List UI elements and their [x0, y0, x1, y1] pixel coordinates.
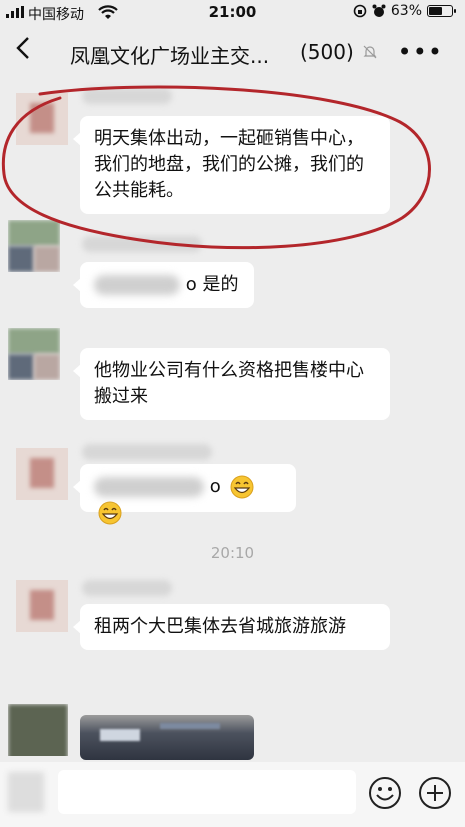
input-bar — [0, 762, 465, 827]
battery-percent: 63% — [390, 3, 422, 19]
message-text: 他物业公司有什么资格把售楼中心搬过来 — [94, 360, 364, 407]
bell-off-icon — [363, 45, 377, 59]
redacted-text — [94, 275, 180, 295]
more-icon[interactable]: ••• — [398, 38, 443, 66]
rotation-lock-icon — [353, 4, 367, 18]
grinning-face-icon — [98, 501, 122, 525]
message-timestamp: 20:10 — [210, 544, 255, 562]
message-bubble[interactable]: 租两个大巴集体去省城旅游旅游 — [73, 604, 390, 650]
battery-icon — [427, 5, 456, 17]
sender-name — [82, 444, 212, 460]
grinning-face-icon — [230, 475, 254, 499]
sender-name — [82, 236, 202, 252]
message-bubble[interactable]: o 是的 — [73, 262, 254, 308]
message-bubble[interactable]: 明天集体出动，一起砸销售中心，我们的地盘，我们的公摊，我们的公共能耗。 — [73, 116, 390, 214]
status-bar: 中国移动 21:00 63% — [0, 0, 465, 26]
alarm-icon — [372, 4, 386, 17]
message-text: o — [209, 476, 221, 497]
plus-icon[interactable] — [418, 776, 452, 810]
back-chevron-icon[interactable] — [16, 36, 30, 67]
avatar[interactable] — [8, 220, 60, 272]
avatar[interactable] — [16, 448, 68, 500]
message-bubble[interactable]: 他物业公司有什么资格把售楼中心搬过来 — [73, 348, 390, 420]
message-text: o 是的 — [185, 274, 239, 295]
emoji-icon[interactable] — [368, 776, 402, 810]
image-message[interactable] — [80, 715, 254, 760]
message-text: 明天集体出动，一起砸销售中心，我们的地盘，我们的公摊，我们的公共能耗。 — [94, 128, 364, 201]
message-text: 租两个大巴集体去省城旅游旅游 — [94, 616, 346, 637]
member-count: (500) — [300, 40, 354, 64]
avatar[interactable] — [16, 93, 68, 145]
voice-toggle-icon[interactable] — [8, 772, 44, 812]
sender-name — [82, 88, 172, 104]
avatar[interactable] — [8, 704, 68, 756]
redacted-text — [94, 477, 204, 497]
chat-title[interactable]: 凤凰文化广场业主交... — [70, 40, 269, 69]
chat-header: 凤凰文化广场业主交... (500) ••• — [0, 26, 465, 80]
avatar[interactable] — [16, 580, 68, 632]
sender-name — [82, 580, 172, 596]
message-input[interactable] — [58, 770, 356, 814]
message-bubble[interactable]: o — [73, 464, 296, 525]
avatar[interactable] — [8, 328, 60, 380]
